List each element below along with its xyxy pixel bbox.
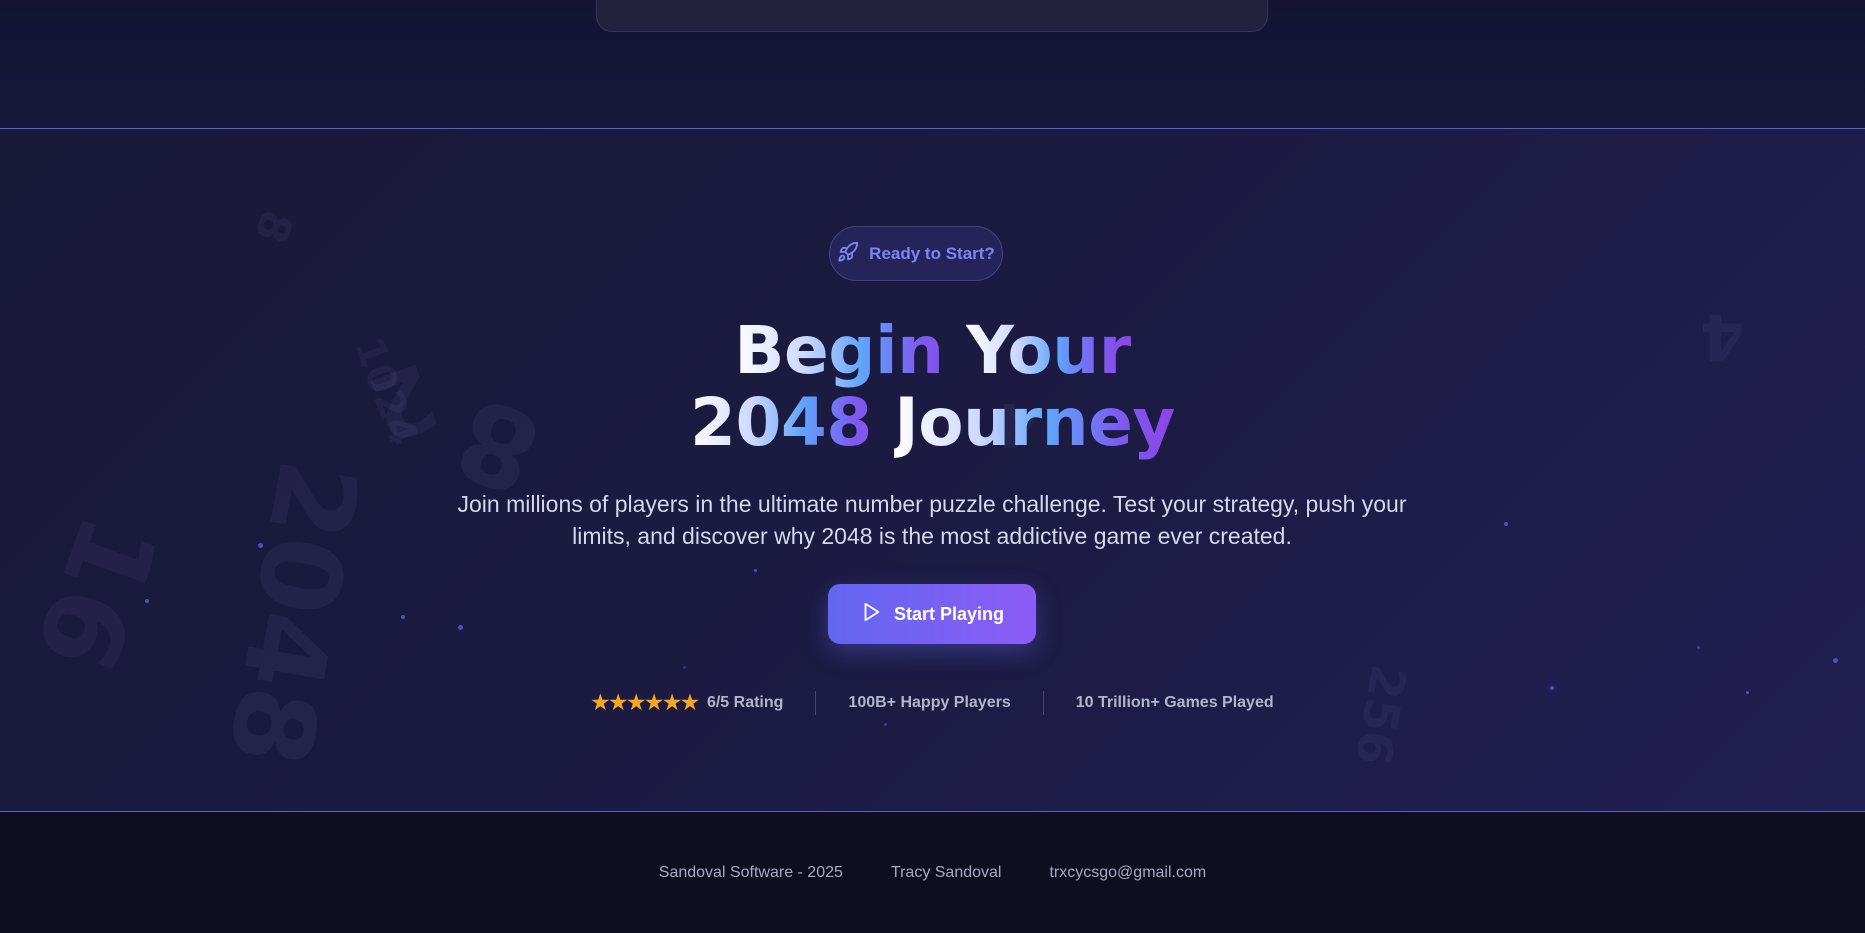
games-stat: 10 Trillion+ Games Played [1076,694,1274,712]
particle [458,625,463,630]
players-stat: 100B+ Happy Players [848,694,1010,712]
title-2048: 2048 [690,384,895,461]
particle [754,569,757,572]
footer-company: Sandoval Software - 2025 [658,863,843,881]
particle [884,723,887,726]
rating-stat: ★★★★★★ 6/5 Rating [591,690,783,715]
particle [1504,522,1508,526]
hero-title: Begin Your 2048 Journey [0,315,1865,459]
bg-number: 8 [244,203,303,250]
title-begin: Begin [734,312,967,389]
particle [1697,646,1700,649]
badge-label: Ready to Start? [869,243,995,263]
start-playing-button[interactable]: Start Playing [828,584,1036,644]
footer-email[interactable]: trxcycsgo@gmail.com [1049,864,1206,882]
particle [258,543,263,548]
stat-divider [1042,690,1044,715]
start-playing-label: Start Playing [893,603,1005,624]
footer-author: Tracy Sandoval [890,863,1002,881]
hero-subtitle: Join millions of players in the ultimate… [457,491,1407,549]
ready-badge: Ready to Start? [829,226,1003,281]
play-icon [860,601,882,627]
rating-stars: ★★★★★★ [591,692,699,714]
rocket-icon [837,241,859,267]
cta-hero-section: 8 1024 2 16 8 2048 4 256 4 Ready to Star… [0,129,1865,812]
players-label: 100B+ Happy Players [848,693,1011,711]
previous-section [0,0,1865,129]
particle [1833,658,1838,663]
title-your: Your [966,312,1131,389]
particle [401,615,405,619]
games-label: 10 Trillion+ Games Played [1075,693,1274,711]
bg-number: 256 [1343,660,1417,770]
stats-row: ★★★★★★ 6/5 Rating 100B+ Happy Players 10… [0,690,1865,715]
title-journey: Journey [894,384,1175,461]
rating-label: 6/5 Rating [706,693,784,711]
particle [145,599,149,603]
previous-section-card [596,0,1268,32]
stat-divider [815,690,817,715]
footer: Sandoval Software - 2025 Tracy Sandoval … [0,812,1865,933]
bg-number: 2048 [203,451,383,775]
bg-number: 16 [10,499,183,687]
particle [683,666,686,669]
